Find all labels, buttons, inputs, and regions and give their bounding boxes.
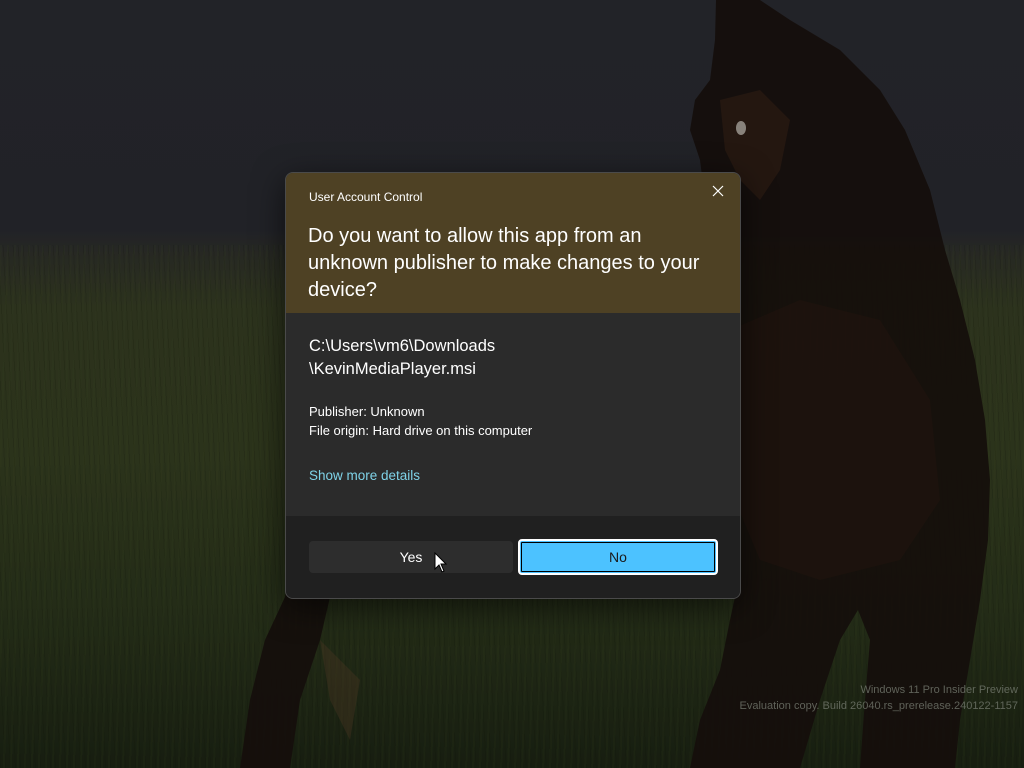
publisher-text: Publisher: Unknown	[309, 404, 425, 419]
file-path: C:\Users\vm6\Downloads \KevinMediaPlayer…	[309, 335, 719, 381]
show-more-details-link[interactable]: Show more details	[309, 468, 420, 483]
windows-watermark: Windows 11 Pro Insider Preview Evaluatio…	[740, 682, 1018, 714]
file-metadata: Publisher: Unknown File origin: Hard dri…	[309, 402, 532, 440]
watermark-line-2: Evaluation copy. Build 26040.rs_prerelea…	[739, 700, 1018, 712]
yes-button[interactable]: Yes	[309, 541, 513, 573]
mouse-pointer-icon	[434, 552, 448, 573]
close-icon	[712, 185, 724, 197]
watermark-line-1: Windows 11 Pro Insider Preview	[860, 684, 1018, 696]
dialog-question: Do you want to allow this app from an un…	[308, 225, 700, 301]
file-path-line-1: C:\Users\vm6\Downloads	[309, 337, 496, 355]
dialog-footer: Yes No	[286, 516, 740, 598]
file-origin-text: File origin: Hard drive on this computer	[309, 423, 533, 438]
dialog-header: User Account Control Do you want to allo…	[286, 173, 740, 313]
no-button[interactable]: No	[518, 539, 718, 575]
uac-dialog: User Account Control Do you want to allo…	[285, 172, 741, 599]
close-button[interactable]	[702, 177, 734, 205]
file-path-line-2: \KevinMediaPlayer.msi	[309, 360, 476, 378]
dialog-title: User Account Control	[309, 190, 423, 204]
desktop-background: Windows 11 Pro Insider Preview Evaluatio…	[0, 0, 1024, 768]
